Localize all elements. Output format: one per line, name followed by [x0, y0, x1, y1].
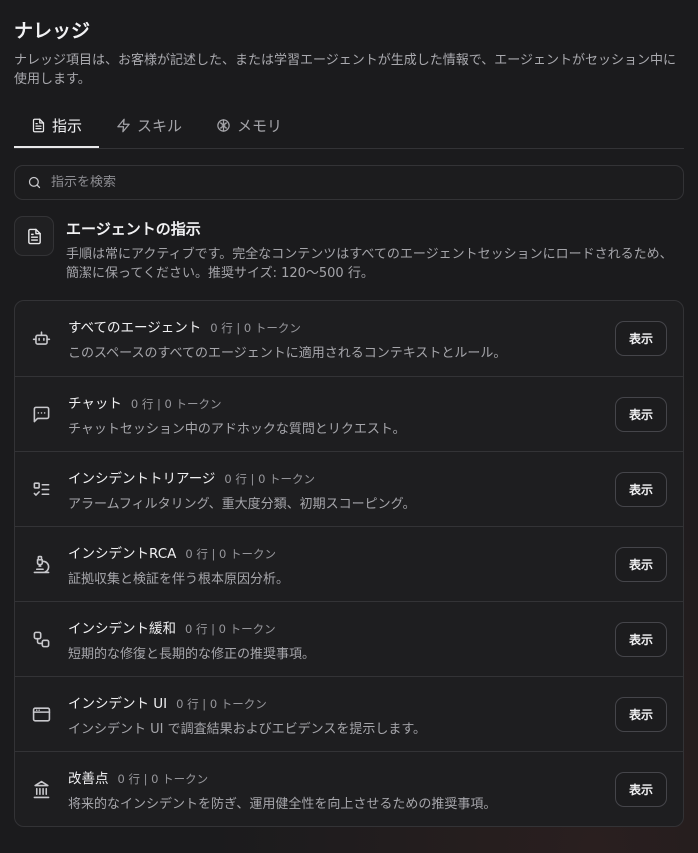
section-title: エージェントの指示: [66, 220, 201, 238]
knowledge-page: ナレッジ ナレッジ項目は、お客様が記述した、または学習エージェントが生成した情報…: [0, 0, 698, 853]
view-button[interactable]: 表示: [615, 696, 667, 732]
tab-instructions[interactable]: 指示: [14, 113, 100, 148]
search-icon: [28, 176, 41, 189]
item-meta: 0 行 | 0 トークン: [210, 321, 301, 335]
document-icon: [27, 228, 41, 244]
item-name: インシデント UI: [68, 695, 168, 712]
item-description: 証拠収集と検証を伴う根本原因分析。: [68, 571, 290, 587]
instruction-list: すべてのエージェント 0 行 | 0 トークン このスペースのすべてのエージェント…: [14, 300, 684, 827]
search-box: [14, 165, 684, 200]
view-button[interactable]: 表示: [615, 321, 667, 356]
item-meta: 0 行 | 0 トークン: [117, 771, 209, 786]
robot-icon: [32, 331, 50, 345]
tab-memory[interactable]: メモリ: [199, 113, 299, 148]
view-button[interactable]: 表示: [615, 396, 667, 432]
list-item: チャット 0 行 | 0 トークン チャットセッション中のアドホックな質問とリクエ…: [15, 376, 683, 451]
item-name: インシデント緩和: [68, 620, 176, 637]
page-description: ナレッジ項目は、お客様が記述した、または学習エージェントが生成した情報で、エージ…: [14, 53, 676, 87]
tab-label: メモリ: [237, 117, 283, 135]
tab-label: 指示: [52, 116, 83, 135]
item-meta: 0 行 | 0 トークン: [224, 471, 316, 486]
item-description: 短期的な修復と長期的な修正の推奨事項。: [68, 646, 316, 662]
document-icon: [32, 118, 45, 132]
list-item: すべてのエージェント 0 行 | 0 トークン このスペースのすべてのエージェント…: [15, 301, 683, 376]
item-description: インシデント UI で調査結果およびエビデンスを提示します。: [68, 721, 427, 737]
item-meta: 0 行 | 0 トークン: [185, 621, 276, 636]
item-name: すべてのエージェント: [68, 320, 202, 336]
view-button[interactable]: 表示: [615, 471, 667, 507]
item-meta: 0 行 | 0 トークン: [130, 396, 222, 411]
workflow-icon: [33, 631, 49, 647]
tab-skills[interactable]: スキル: [99, 113, 199, 148]
section-icon-box: [14, 216, 54, 256]
list-item: 改善点 0 行 | 0 トークン 将来的なインシデントを防ぎ、運用健全性を向上させ…: [15, 751, 683, 826]
landmark-icon: [33, 780, 49, 798]
view-button[interactable]: 表示: [615, 621, 667, 657]
item-name: インシデントRCA: [68, 545, 177, 562]
list-item: インシデントRCA 0 行 | 0 トークン 証拠収集と検証を伴う根本原因分析。 …: [15, 526, 683, 601]
tab-label: スキル: [137, 117, 183, 135]
microscope-icon: [33, 555, 49, 573]
item-name: チャット: [68, 395, 122, 412]
section-description: 手順は常にアクティブです。完全なコンテンツはすべてのエージェントセッションにロー…: [66, 247, 673, 281]
item-meta: 0 行 | 0 トークン: [176, 696, 267, 711]
item-meta: 0 行 | 0 トークン: [185, 546, 277, 561]
list-item: インシデント緩和 0 行 | 0 トークン 短期的な修復と長期的な修正の推奨事項。…: [15, 601, 683, 676]
item-name: インシデントトリアージ: [68, 470, 216, 487]
page-title: ナレッジ: [14, 20, 91, 42]
checklist-icon: [33, 481, 49, 496]
list-item: インシデント UI 0 行 | 0 トークン インシデント UI で調査結果および…: [15, 676, 683, 751]
item-description: このスペースのすべてのエージェントに適用されるコンテキストとルール。: [68, 346, 507, 361]
chat-icon: [33, 406, 49, 422]
view-button[interactable]: 表示: [615, 546, 667, 582]
search-input[interactable]: [51, 175, 671, 190]
lightning-icon: [117, 118, 130, 133]
item-description: 将来的なインシデントを防ぎ、運用健全性を向上させるための推奨事項。: [68, 796, 497, 812]
brain-icon: [217, 119, 230, 132]
item-description: チャットセッション中のアドホックな質問とリクエスト。: [68, 421, 406, 437]
list-item: インシデントトリアージ 0 行 | 0 トークン アラームフィルタリング、重大度分…: [15, 451, 683, 526]
item-name: 改善点: [68, 770, 109, 787]
view-button[interactable]: 表示: [615, 771, 667, 807]
tab-bar: 指示 スキル メモリ: [14, 113, 684, 149]
item-description: アラームフィルタリング、重大度分類、初期スコーピング。: [68, 496, 416, 512]
section-header: エージェントの指示 手順は常にアクティブです。完全なコンテンツはすべてのエージェ…: [14, 216, 684, 283]
browser-window-icon: [32, 706, 50, 722]
